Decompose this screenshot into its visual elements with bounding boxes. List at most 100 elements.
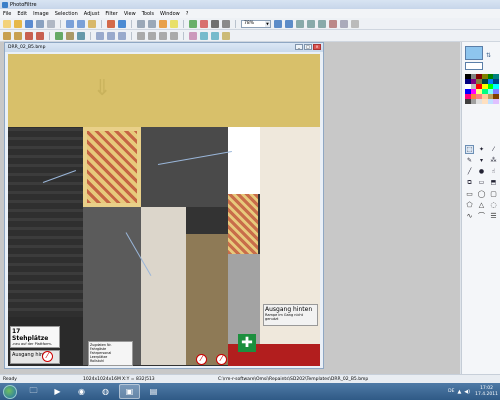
blur-tool-icon[interactable]: ●	[477, 167, 486, 176]
rotate-icon[interactable]	[159, 31, 167, 40]
lasso-icon[interactable]: ◌	[489, 200, 498, 209]
negative-icon[interactable]	[77, 31, 85, 40]
fill-bucket-icon[interactable]: ▾	[477, 156, 486, 165]
menu-adjust[interactable]: Adjust	[84, 11, 100, 17]
gradient-icon[interactable]	[189, 31, 197, 40]
frame-icon[interactable]	[200, 31, 208, 40]
saturation-icon[interactable]	[25, 31, 33, 40]
menu-edit[interactable]: Edit	[17, 11, 27, 17]
blur-filter-icon[interactable]	[96, 31, 104, 40]
zoom-out-icon[interactable]	[285, 19, 293, 28]
document-titlebar[interactable]: DRR_02_B5.bmp _ □ ×	[5, 43, 323, 52]
menu-window[interactable]: Window	[160, 11, 180, 17]
bezier-icon[interactable]: ⌒	[477, 211, 486, 220]
sharpen-icon[interactable]	[107, 31, 115, 40]
fullscreen-icon[interactable]	[318, 19, 326, 28]
layer-icon[interactable]	[189, 19, 197, 28]
menu-image[interactable]: Image	[33, 11, 49, 17]
menu-selection[interactable]: Selection	[55, 11, 78, 17]
start-button[interactable]	[3, 384, 17, 399]
smudge-icon[interactable]: ☝	[489, 167, 498, 176]
rotate-right-icon[interactable]	[170, 31, 178, 40]
volume-icon[interactable]: ◀)	[464, 389, 470, 395]
zoom-actual-icon[interactable]	[307, 19, 315, 28]
freeform-icon[interactable]: ∿	[465, 211, 474, 220]
triangle-icon[interactable]: △	[477, 200, 486, 209]
zug-line: Rollstuhl	[90, 359, 105, 363]
menu-file[interactable]: File	[3, 11, 11, 17]
paste-icon[interactable]	[88, 19, 96, 28]
cut-icon[interactable]	[66, 19, 74, 28]
menu-view[interactable]: View	[124, 11, 136, 17]
flip-vertical-icon[interactable]	[148, 31, 156, 40]
minimize-button[interactable]: _	[295, 44, 303, 50]
taskbar-photofiltre-icon[interactable]: ▣	[119, 384, 140, 399]
menu-tools[interactable]: Tools	[142, 11, 154, 17]
undo-icon[interactable]	[107, 19, 115, 28]
menu-filter[interactable]: Filter	[105, 11, 117, 17]
language-indicator[interactable]: DE	[448, 389, 454, 394]
eraser-icon[interactable]: ▭	[477, 178, 486, 187]
menu-help[interactable]: ?	[186, 11, 189, 17]
zoom-in-icon[interactable]	[274, 19, 282, 28]
magic-wand-icon[interactable]: ✦	[477, 145, 486, 154]
clone-stamp-icon[interactable]: ⧉	[465, 178, 474, 187]
text-tool-icon[interactable]: ☰	[489, 211, 498, 220]
taskbar-browser-icon[interactable]: ◉	[71, 384, 92, 399]
polygon-icon[interactable]: ⬠	[465, 200, 474, 209]
app-logo-icon	[2, 1, 8, 8]
flip-horizontal-icon[interactable]	[137, 31, 145, 40]
color-picker-icon[interactable]: ⁄	[489, 145, 498, 154]
brush-icon[interactable]: ╱	[465, 167, 474, 176]
background-color-swatch[interactable]	[465, 62, 483, 70]
redo-icon[interactable]	[118, 19, 126, 28]
canvas-size-icon[interactable]	[148, 19, 156, 28]
settings-icon[interactable]	[351, 19, 359, 28]
grayscale-icon[interactable]	[55, 31, 63, 40]
zoom-fit-icon[interactable]	[296, 19, 304, 28]
print-icon[interactable]	[36, 19, 44, 28]
swap-colors-icon[interactable]: ⇅	[486, 52, 491, 59]
close-button[interactable]: ×	[313, 44, 321, 50]
mask-icon[interactable]	[200, 19, 208, 28]
palette-swatch[interactable]	[493, 99, 499, 104]
slideshow-icon[interactable]	[329, 19, 337, 28]
scan-icon[interactable]	[47, 19, 55, 28]
sepia-icon[interactable]	[66, 31, 74, 40]
open-icon[interactable]	[14, 19, 22, 28]
stamp-icon[interactable]: ⬒	[489, 178, 498, 187]
crop-icon[interactable]	[159, 19, 167, 28]
new-icon[interactable]	[3, 19, 11, 28]
pencil-icon[interactable]: ✎	[465, 156, 474, 165]
brightness-icon[interactable]	[3, 31, 11, 40]
transparency-icon[interactable]	[222, 31, 230, 40]
color-palette[interactable]	[465, 74, 499, 104]
image-size-icon[interactable]	[137, 19, 145, 28]
taskbar-folder-icon[interactable]: ▤	[143, 384, 164, 399]
gamma-icon[interactable]	[36, 31, 44, 40]
image-canvas[interactable]: ⇓ 17 Stehplätze -neu auf der Plattform- …	[8, 54, 320, 366]
taskbar-explorer-icon[interactable]: 🗀	[23, 384, 44, 399]
rounded-rect-icon[interactable]: ▢	[489, 189, 498, 198]
network-icon[interactable]: ▲	[457, 389, 461, 395]
rectangle-icon[interactable]: ▭	[465, 189, 474, 198]
text-icon[interactable]	[170, 19, 178, 28]
taskbar-firefox-icon[interactable]: ◍	[95, 384, 116, 399]
contrast-icon[interactable]	[14, 31, 22, 40]
foreground-color-swatch[interactable]	[465, 46, 483, 60]
spray-icon[interactable]: ⁂	[489, 156, 498, 165]
maximize-button[interactable]: □	[304, 44, 312, 50]
taskbar: 🗀 ▶ ◉ ◍ ▣ ▤ DE ▲ ◀) 17:02 17.4.2011	[0, 383, 500, 400]
taskbar-media-icon[interactable]: ▶	[47, 384, 68, 399]
ellipse-icon[interactable]: ◯	[477, 189, 486, 198]
explorer-icon[interactable]	[340, 19, 348, 28]
border-icon[interactable]	[211, 31, 219, 40]
save-icon[interactable]	[25, 19, 33, 28]
emboss-icon[interactable]	[118, 31, 126, 40]
copy-icon[interactable]	[77, 19, 85, 28]
grid-icon[interactable]	[211, 19, 219, 28]
preview-icon[interactable]	[222, 19, 230, 28]
clock[interactable]: 17:02 17.4.2011	[475, 386, 498, 398]
zoom-select[interactable]: 78% ▼	[241, 19, 271, 28]
select-arrow-icon[interactable]: ⬚	[465, 145, 474, 154]
